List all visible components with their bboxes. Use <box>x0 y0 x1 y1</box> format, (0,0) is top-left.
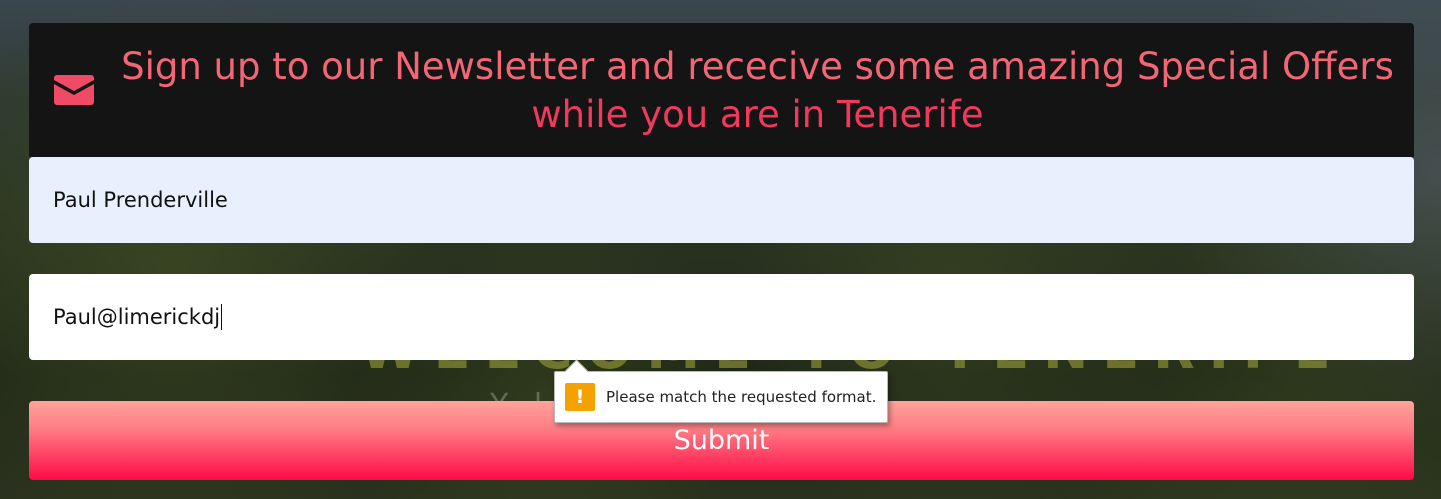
validation-message: Please match the requested format. <box>606 388 877 406</box>
text-caret <box>221 304 223 330</box>
email-field-value: Paul@limerickdj <box>53 305 221 329</box>
envelope-icon <box>54 75 94 105</box>
name-field-value: Paul Prenderville <box>53 188 228 212</box>
newsletter-title-line2: while you are in Tenerife <box>531 93 984 136</box>
newsletter-banner: Sign up to our Newsletter and rececive s… <box>29 23 1414 157</box>
email-field[interactable]: Paul@limerickdj <box>29 274 1414 360</box>
newsletter-title-line1: Sign up to our Newsletter and rececive s… <box>121 45 1394 88</box>
validation-tooltip: ! Please match the requested format. <box>554 359 888 423</box>
warning-icon: ! <box>565 383 595 411</box>
submit-button-label: Submit <box>673 425 770 456</box>
name-field[interactable]: Paul Prenderville <box>29 157 1414 243</box>
newsletter-title: Sign up to our Newsletter and rececive s… <box>121 43 1394 139</box>
